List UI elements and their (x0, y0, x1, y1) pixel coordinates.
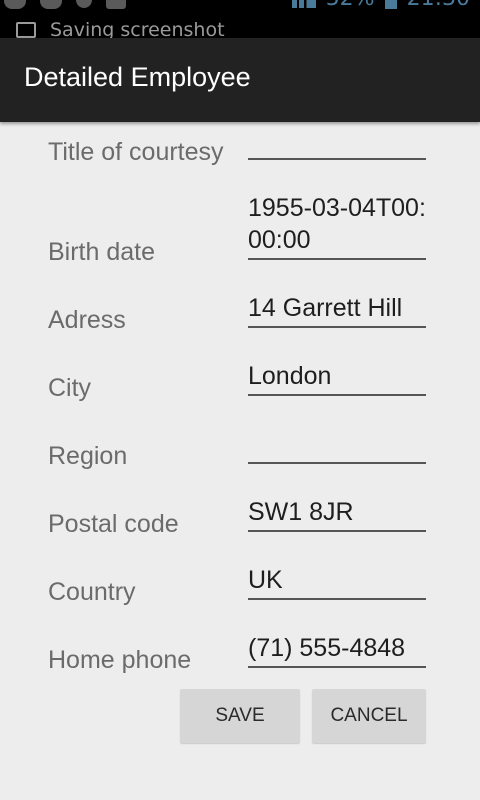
chat-icon (40, 0, 62, 9)
city-label: City (48, 374, 92, 402)
status-right: 52% 21:30 (291, 0, 470, 11)
battery-icon (384, 0, 397, 9)
home-phone-label: Home phone (48, 646, 192, 674)
birth-date-field[interactable]: 1955-03-04T00:00:00 (248, 192, 426, 260)
title-of-courtesy-field[interactable] (248, 126, 426, 160)
image-icon (106, 0, 126, 9)
status-notification-icons (4, 0, 126, 12)
postal-code-label: Postal code (48, 510, 179, 538)
notification-icon (4, 0, 26, 9)
screenshot-icon (16, 22, 36, 38)
action-bar: Detailed Employee (0, 38, 480, 122)
address-field[interactable]: 14 Garrett Hill (248, 292, 426, 328)
clock: 21:30 (407, 0, 470, 11)
page-title: Detailed Employee (24, 62, 251, 92)
country-label: Country (48, 578, 136, 606)
save-button[interactable]: SAVE (180, 689, 300, 743)
usb-icon (76, 0, 92, 8)
home-phone-field[interactable]: (71) 555-4848 (248, 632, 426, 668)
region-field[interactable] (248, 428, 426, 464)
country-field[interactable]: UK (248, 564, 426, 600)
birth-date-label: Birth date (48, 238, 156, 266)
title-of-courtesy-label: Title of courtesy (48, 138, 224, 166)
region-label: Region (48, 442, 128, 470)
battery-percent: 52% (326, 0, 375, 11)
postal-code-field[interactable]: SW1 8JR (248, 496, 426, 532)
city-field[interactable]: London (248, 360, 426, 396)
signal-icon (291, 0, 316, 8)
address-label: Adress (48, 306, 126, 334)
cancel-button[interactable]: CANCEL (312, 689, 426, 743)
